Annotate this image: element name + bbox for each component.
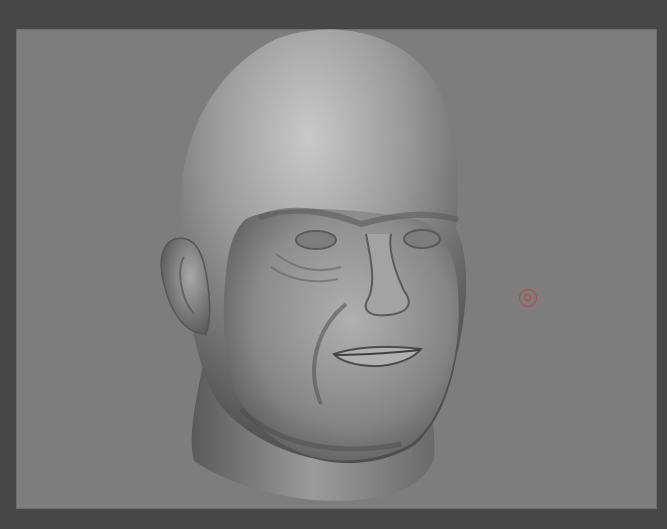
brush-cursor-center xyxy=(524,294,531,301)
document-canvas[interactable] xyxy=(16,29,657,509)
brush-cursor-icon xyxy=(519,289,537,307)
left-eye-socket xyxy=(295,230,337,250)
right-eye-socket xyxy=(403,229,441,249)
bottom-shelf xyxy=(0,509,667,529)
app-frame xyxy=(0,0,667,529)
head-model[interactable] xyxy=(16,29,657,509)
